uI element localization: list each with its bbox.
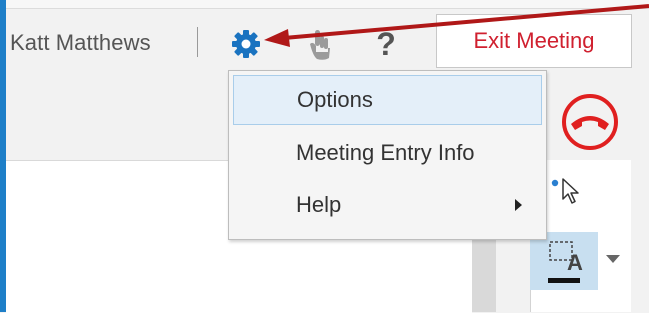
raise-hand-icon[interactable] xyxy=(304,26,334,62)
settings-dropdown-menu: Options Meeting Entry Info Help xyxy=(228,70,547,240)
menu-item-options[interactable]: Options xyxy=(233,75,542,125)
text-tool-dropdown-arrow[interactable] xyxy=(606,255,620,263)
hang-up-icon[interactable] xyxy=(556,92,624,152)
menu-item-help[interactable]: Help xyxy=(233,181,542,231)
exit-meeting-button[interactable]: Exit Meeting xyxy=(436,14,632,68)
text-tool-icon[interactable]: A xyxy=(530,232,598,290)
toolbar-divider xyxy=(197,27,198,57)
user-name: Katt Matthews xyxy=(10,30,151,55)
text-tool-letter: A xyxy=(567,250,583,275)
help-icon[interactable]: ? xyxy=(372,24,400,64)
window-top-edge xyxy=(0,0,649,9)
chevron-right-icon xyxy=(515,199,522,211)
menu-item-meeting-entry-info[interactable]: Meeting Entry Info xyxy=(233,129,542,179)
pointer-tool-icon[interactable] xyxy=(550,176,586,206)
gear-icon[interactable] xyxy=(230,28,262,60)
menu-item-help-label: Help xyxy=(296,192,342,217)
